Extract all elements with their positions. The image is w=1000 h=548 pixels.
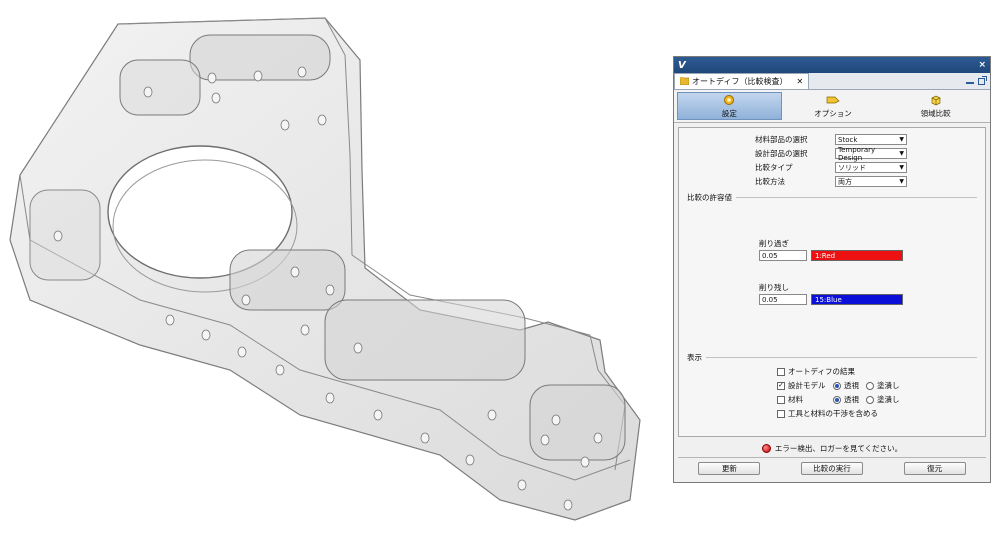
include-collision-checkbox[interactable]: 工具と材料の干渉を含める	[777, 408, 878, 419]
autodiff-result-label: オートディフの結果	[788, 367, 855, 376]
stock-label: 材料部品の選択	[755, 135, 808, 144]
gear-icon	[723, 94, 735, 106]
tolerance-section-title: 比較の許容値	[687, 193, 732, 202]
undock-icon[interactable]	[978, 75, 987, 87]
tolerance-section-header: 比較の許容値	[687, 192, 977, 203]
ribbon-settings[interactable]: 設定	[677, 92, 782, 120]
type-row: 比較タイプ ソリッド ▼	[755, 162, 907, 173]
stock-select[interactable]: Stock ▼	[835, 134, 907, 145]
method-select-value: 両方	[838, 177, 852, 186]
ribbon-region-compare[interactable]: 領域比較	[884, 92, 987, 120]
type-select-value: ソリッド	[838, 163, 866, 172]
run-compare-button[interactable]: 比較の実行	[800, 462, 863, 475]
ribbon-toolbar: 設定 オプション 領域比較	[674, 90, 990, 123]
design-label: 設計部品の選択	[755, 149, 808, 158]
ribbon-region-compare-label: 領域比較	[920, 108, 951, 118]
overcut-color-picker[interactable]: 1:Red	[811, 250, 903, 261]
window-titlebar: V ×	[674, 57, 990, 73]
undercut-input[interactable]: 0.05	[759, 294, 807, 305]
tab-title: オートディフ（比較検査）	[692, 77, 788, 86]
stock-select-value: Stock	[838, 135, 858, 144]
design-row: 設計部品の選択 Temporary Design ▼	[755, 145, 907, 162]
button-bar: 更新 比較の実行 復元	[678, 457, 986, 479]
design-filled-radio[interactable]	[866, 381, 874, 390]
display-section-title: 表示	[687, 353, 702, 362]
status-bar: エラー検出、ロガーを見てください。	[678, 441, 986, 455]
tab-strip: オートディフ（比較検査） ✕	[674, 73, 990, 90]
chevron-down-icon: ▼	[899, 178, 904, 185]
design-select[interactable]: Temporary Design ▼	[835, 145, 907, 162]
undercut-color-picker[interactable]: 15:Blue	[811, 294, 903, 305]
stock-checkbox[interactable]	[777, 395, 785, 404]
stock-row: 材料部品の選択 Stock ▼	[755, 134, 907, 145]
chevron-down-icon: ▼	[899, 136, 904, 143]
method-select[interactable]: 両方 ▼	[835, 176, 907, 187]
restore-button[interactable]: 復元	[903, 462, 966, 475]
checkbox-box[interactable]	[777, 409, 785, 418]
folder-icon	[679, 76, 690, 87]
type-label: 比較タイプ	[755, 163, 793, 172]
checkbox-box[interactable]	[777, 367, 785, 376]
method-label: 比較方法	[755, 177, 785, 186]
design-transparent-radio[interactable]	[833, 381, 841, 390]
app-logo: V	[678, 59, 686, 71]
chevron-down-icon: ▼	[899, 164, 904, 171]
design-transparent-label: 透視	[844, 381, 859, 390]
stock-row-display: 材料 透視 塗潰し	[777, 394, 900, 405]
stock-transparent-label: 透視	[844, 395, 859, 404]
type-select[interactable]: ソリッド ▼	[835, 162, 907, 173]
autodiff-result-checkbox[interactable]: オートディフの結果	[777, 366, 855, 377]
stock-filled-label: 塗潰し	[877, 395, 900, 404]
design-select-value: Temporary Design	[838, 145, 876, 162]
design-model-row: ✓ 設計モデル 透視 塗潰し	[777, 380, 900, 391]
part-model-render	[9, 17, 641, 521]
ribbon-options[interactable]: オプション	[782, 92, 885, 120]
ribbon-settings-label: 設定	[721, 108, 737, 118]
overcut-input[interactable]: 0.05	[759, 250, 807, 261]
ribbon-options-label: オプション	[814, 108, 852, 118]
update-button[interactable]: 更新	[698, 462, 761, 475]
stock-display-label: 材料	[788, 395, 803, 404]
tab-close-button[interactable]: ✕	[796, 77, 803, 86]
method-row: 比較方法 両方 ▼	[755, 176, 907, 187]
status-message: エラー検出、ロガーを見てください。	[774, 443, 903, 453]
window-close-button[interactable]: ×	[978, 60, 986, 70]
overcut-label: 削り過ぎ	[759, 239, 789, 248]
design-model-checkbox[interactable]: ✓	[777, 381, 785, 390]
design-filled-label: 塗潰し	[877, 381, 900, 390]
error-icon	[761, 443, 771, 453]
include-collision-label: 工具と材料の干渉を含める	[788, 409, 878, 418]
tool-icon	[826, 94, 840, 106]
3d-viewport[interactable]	[0, 0, 665, 548]
minimize-icon[interactable]	[966, 76, 974, 86]
stock-filled-radio[interactable]	[866, 395, 874, 404]
autodiff-panel: V × オートディフ（比較検査） ✕ 設定 オプション 領域比較 材料部品の選択…	[673, 56, 991, 483]
box-icon	[930, 94, 942, 106]
chevron-down-icon: ▼	[899, 150, 904, 157]
design-model-label: 設計モデル	[788, 381, 826, 390]
display-section-header: 表示	[687, 352, 977, 363]
tab-autodiff[interactable]: オートディフ（比較検査） ✕	[674, 73, 810, 89]
stock-transparent-radio[interactable]	[833, 395, 841, 404]
tab-tools	[966, 73, 990, 89]
undercut-label: 削り残し	[759, 283, 789, 292]
settings-content: 材料部品の選択 Stock ▼ 設計部品の選択 Temporary Design…	[678, 127, 986, 437]
